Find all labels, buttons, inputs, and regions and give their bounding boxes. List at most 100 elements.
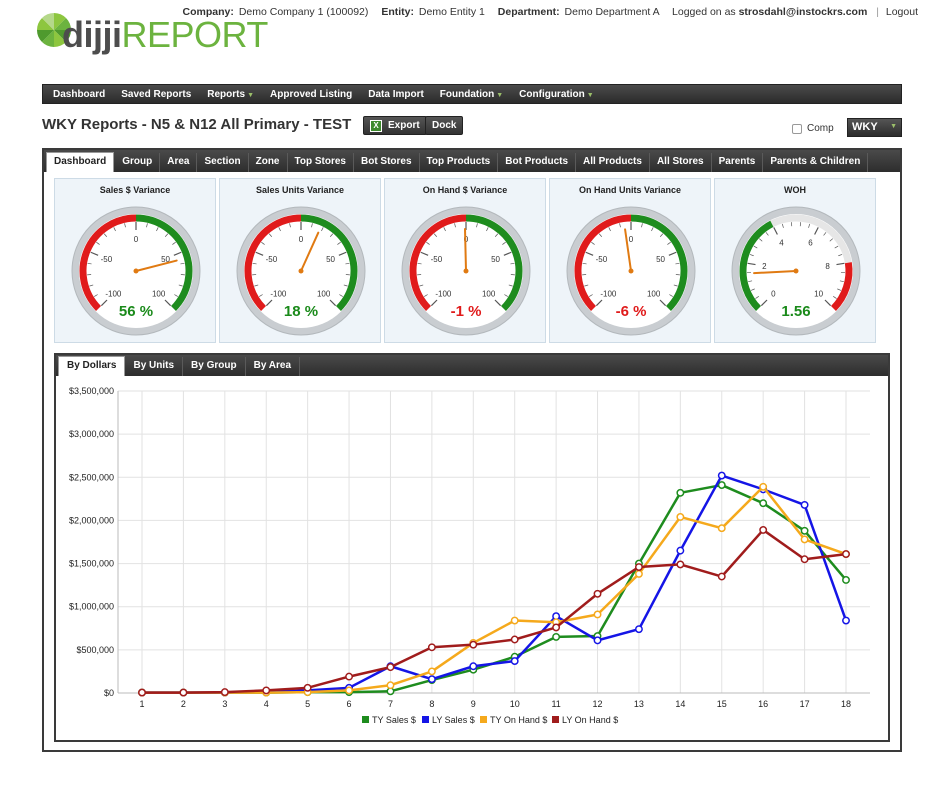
gauge-needle-hub [793,268,799,274]
gauge-needle-hub [133,268,139,274]
chart-panel: By Dollars By Units By Group By Area $0 $500… [54,353,890,742]
comp-checkbox[interactable]: Comp [792,123,834,134]
excel-icon: X [370,119,382,132]
gauge-card-woh: WOH 0 2 4 6 8 10 1.56 [714,178,876,343]
legend-label: LY On Hand $ [562,715,618,725]
data-point [717,471,726,480]
gauge-dial: -100-5005010056 % [71,206,201,336]
gauge-tick-label: 0 [771,290,776,299]
tab-all-products[interactable]: All Products [576,153,650,172]
data-point [220,688,229,697]
chart-y-tick-label: $3,500,000 [69,386,114,396]
data-point [593,610,602,619]
data-point [842,616,850,625]
gauge-tick-label: 50 [491,255,500,264]
data-point [759,525,768,534]
gauge-tick-label: 100 [317,290,331,299]
chart-legend: TY Sales $ LY Sales $ TY On Hand $ LY On Ha… [362,715,618,725]
chart-x-tick-label: 15 [717,699,727,709]
chart-tab-by-units[interactable]: By Units [125,357,184,376]
nav-foundation[interactable]: Foundation ▼ [432,89,511,100]
nav-label: Dashboard [53,88,106,100]
tab-top-stores[interactable]: Top Stores [288,153,354,172]
tab-dashboard[interactable]: Dashboard [46,152,115,172]
caret-down-icon: ▼ [247,91,254,99]
data-point [634,625,643,634]
tab-group[interactable]: Group [115,153,161,172]
page-title: WKY Reports - N5 & N12 All Primary - TES… [42,116,352,133]
chart-tab-by-dollars[interactable]: By Dollars [58,356,126,376]
data-point [676,513,685,521]
gauge-tick-label: -100 [600,290,617,299]
chart-x-tick-label: 8 [429,699,434,709]
gauge-value: -6 % [616,303,647,320]
gauge-tick-label: 0 [299,235,304,244]
gauge-dial: -100 -50 0 50 100 18 % [236,206,366,336]
chart-y-tick-label: $1,000,000 [69,602,114,612]
data-point [427,643,436,652]
logout-link[interactable]: Logout [886,6,918,18]
tab-zone[interactable]: Zone [249,153,288,172]
gauge-title: On Hand $ Variance [422,185,508,195]
chart-x-tick-label: 6 [347,699,352,709]
logged-in-user: strosdahl@instockrs.com [738,6,868,18]
tab-bot-stores[interactable]: Bot Stores [354,153,420,172]
chart-tab-by-area[interactable]: By Area [246,357,301,376]
legend-swatch [362,716,369,723]
data-point [427,667,436,676]
tab-all-stores[interactable]: All Stores [650,153,712,172]
data-point [676,546,685,555]
dock-button[interactable]: Dock [425,116,464,135]
gauge-tick-label: 100 [647,290,661,299]
sales-line-chart: $0 $500,000 $1,000,000 $1,500,000 $2,000,000… [69,386,870,725]
nav-reports[interactable]: Reports ▼ [199,89,262,100]
nav-label: Configuration [519,88,585,100]
gauge-tick-label: 0 [629,235,634,244]
export-button[interactable]: X Export [363,116,427,135]
gauge-tick-label: -100 [270,290,287,299]
chart-x-tick-label: 9 [471,699,476,709]
nav-dashboard[interactable]: Dashboard [45,89,113,100]
gauge-value: 18 % [284,303,318,320]
data-point [386,663,395,672]
data-point [510,635,519,644]
data-point [676,560,685,569]
nav-data-import[interactable]: Data Import [360,89,432,100]
data-point [717,524,726,533]
tab-bot-products[interactable]: Bot Products [498,153,577,172]
nav-configuration[interactable]: Configuration ▼ [511,89,601,100]
nav-saved-reports[interactable]: Saved Reports [113,89,199,100]
checkbox-icon[interactable] [792,123,802,134]
chart-x-tick-label: 4 [264,699,269,709]
series-ly-on-hand [138,525,850,697]
account-info-bar: Company: Demo Company 1 (100092) Entity:… [173,6,918,18]
gauge-tick-label: 100 [482,290,496,299]
chart-y-tick-label: $3,000,000 [69,429,114,439]
tab-parents-children[interactable]: Parents & Children [763,153,869,172]
series-line [142,485,847,694]
tab-parents[interactable]: Parents [712,153,764,172]
chart-x-tick-label: 17 [800,699,810,709]
report-tabs: Dashboard Group Area Section Zone Top Stores B… [44,150,900,172]
main-nav: Dashboard Saved Reports Reports ▼ Approve… [42,84,902,104]
tab-top-products[interactable]: Top Products [420,153,499,172]
nav-approved-listing[interactable]: Approved Listing [262,89,360,100]
separator: | [876,6,879,18]
gauge-tick-label: -100 [105,290,122,299]
tab-section[interactable]: Section [197,153,249,172]
gauge-tick-label: 100 [152,290,166,299]
chart-tab-by-group[interactable]: By Group [183,357,246,376]
gauge-tick-label: -50 [266,255,278,264]
chart-x-tick-label: 12 [593,699,603,709]
data-point [717,481,726,490]
store-select[interactable]: WKY ▼ [847,118,902,137]
legend-swatch [480,716,487,723]
data-point [469,662,478,671]
tab-area[interactable]: Area [160,153,198,172]
data-point [676,488,685,497]
legend-label: TY On Hand $ [490,715,547,725]
department-label: Department: [497,6,560,18]
chart-x-tick-label: 2 [181,699,186,709]
data-point [510,657,519,666]
chart-x-tick-label: 7 [388,699,393,709]
